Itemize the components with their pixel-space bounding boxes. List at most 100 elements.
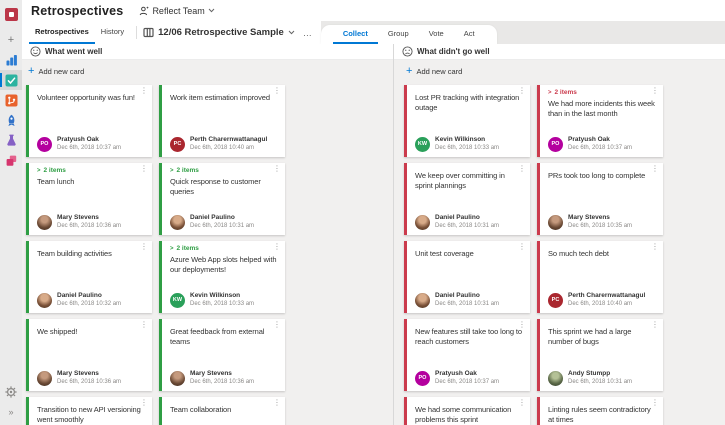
tab-group[interactable]: Group [378, 25, 419, 44]
feedback-card[interactable]: ⋮ New features still take too long to rea… [404, 319, 530, 391]
tab-act[interactable]: Act [454, 25, 485, 44]
card-menu-button[interactable]: ⋮ [140, 243, 148, 251]
feedback-card[interactable]: ⋮ >2 items Azure Web App slots helped with… [159, 241, 285, 313]
chevron-right-icon: > [170, 167, 174, 174]
card-menu-button[interactable]: ⋮ [273, 321, 281, 329]
feedback-card[interactable]: ⋮ >2 items We had more incidents this week… [537, 85, 663, 157]
card-menu-button[interactable]: ⋮ [651, 399, 659, 407]
feedback-card[interactable]: ⋮ We shipped! Mary Stevens Dec 6th, 2018 10… [26, 319, 152, 391]
card-column: ⋮ Work item estimation improved PC Perth Ch… [159, 85, 285, 425]
card-menu-button[interactable]: ⋮ [140, 165, 148, 173]
card-author: Andy Stumpp Dec 6th, 2018 10:31 am [548, 370, 632, 386]
card-menu-button[interactable]: ⋮ [273, 87, 281, 95]
card-author: PO Pratyush Oak Dec 6th, 2018 10:37 am [415, 370, 499, 386]
settings-button[interactable] [0, 382, 22, 402]
feedback-card[interactable]: ⋮ Linting rules seem contradictory at tim… [537, 397, 663, 425]
card-author: Mary Stevens Dec 6th, 2018 10:36 am [170, 370, 254, 386]
feedback-card[interactable]: ⋮ Team collaboration [159, 397, 285, 425]
add-new-card-button[interactable]: + Add new card [406, 64, 725, 79]
author-name: Perth Charernwattanagul [190, 136, 268, 144]
card-menu-button[interactable]: ⋮ [273, 243, 281, 251]
card-menu-button[interactable]: ⋮ [140, 399, 148, 407]
left-nav-rail: + » [0, 0, 22, 425]
feedback-card[interactable]: ⋮ Lost PR tracking with integration outag… [404, 85, 530, 157]
group-badge[interactable]: >2 items [37, 167, 146, 174]
board-icon [143, 27, 154, 38]
divider [136, 26, 138, 39]
avatar: PO [415, 370, 430, 386]
card-menu-button[interactable]: ⋮ [651, 165, 659, 173]
card-menu-button[interactable]: ⋮ [273, 165, 281, 173]
feedback-card[interactable]: ⋮ Great feedback from external teams Mary … [159, 319, 285, 391]
card-author: PO Pratyush Oak Dec 6th, 2018 10:37 am [548, 136, 632, 152]
card-text: We had more incidents this week than in … [548, 99, 655, 118]
card-text: Azure Web App slots helped with our depl… [170, 255, 277, 274]
board-selector[interactable]: 12/06 Retrospective Sample [143, 21, 295, 44]
feedback-card[interactable]: ⋮ >2 items Team lunch Mary Stevens Dec 6th, … [26, 163, 152, 235]
sidebar-item-pipelines[interactable] [0, 110, 22, 130]
add-project-button[interactable]: + [0, 30, 22, 50]
feedback-card[interactable]: ⋮ Unit test coverage Daniel Paulino Dec 6th… [404, 241, 530, 313]
double-chevron-right-icon: » [8, 406, 14, 417]
feedback-card[interactable]: ⋮ >2 items Quick response to customer quer… [159, 163, 285, 235]
card-menu-button[interactable]: ⋮ [273, 399, 281, 407]
feedback-card[interactable]: ⋮ Work item estimation improved PC Perth Ch… [159, 85, 285, 157]
card-menu-button[interactable]: ⋮ [651, 243, 659, 251]
feedback-card[interactable]: ⋮ Team building activities Daniel Paulino D… [26, 241, 152, 313]
column-title: What didn't go well [417, 47, 490, 56]
sidebar-item-test-plans[interactable] [0, 130, 22, 150]
card-menu-button[interactable]: ⋮ [651, 87, 659, 95]
feedback-card[interactable]: ⋮ We had some communication problems this… [404, 397, 530, 425]
card-menu-button[interactable]: ⋮ [518, 87, 526, 95]
card-text: New features still take too long to reac… [415, 327, 522, 346]
chevron-right-icon: > [548, 89, 552, 96]
group-badge[interactable]: >2 items [170, 167, 279, 174]
group-badge[interactable]: >2 items [548, 89, 657, 96]
plus-icon: + [7, 33, 15, 46]
card-menu-button[interactable]: ⋮ [518, 165, 526, 173]
card-text: So much tech debt [548, 249, 609, 258]
tab-vote[interactable]: Vote [419, 25, 454, 44]
avatar: KW [415, 136, 430, 152]
card-text: Work item estimation improved [170, 93, 270, 102]
sidebar-item-retrospectives[interactable] [0, 70, 22, 90]
author-meta: Daniel Paulino Dec 6th, 2018 10:31 am [435, 292, 499, 308]
pivot-retrospectives[interactable]: Retrospectives [29, 21, 95, 44]
group-badge-label: 2 items [554, 89, 577, 96]
author-name: Pratyush Oak [435, 370, 477, 378]
add-new-card-button[interactable]: + Add new card [28, 64, 393, 79]
smiley-face-icon [30, 46, 41, 57]
organization-logo[interactable] [0, 4, 22, 24]
card-menu-button[interactable]: ⋮ [140, 87, 148, 95]
author-date: Dec 6th, 2018 10:36 am [190, 378, 255, 385]
chevron-right-icon: > [170, 245, 174, 252]
author-name: Pratyush Oak [57, 136, 99, 144]
author-name: Mary Stevens [190, 370, 232, 378]
card-menu-button[interactable]: ⋮ [518, 321, 526, 329]
card-menu-button[interactable]: ⋮ [518, 399, 526, 407]
didnt-go-well-columns: ⋮ Lost PR tracking with integration outag… [404, 85, 725, 425]
team-picker[interactable]: Reflect Team [139, 5, 215, 16]
feedback-card[interactable]: ⋮ We keep over committing in sprint plann… [404, 163, 530, 235]
card-menu-button[interactable]: ⋮ [651, 321, 659, 329]
card-text: We had some communication problems this … [415, 405, 512, 424]
feedback-card[interactable]: ⋮ Transition to new API versioning went s… [26, 397, 152, 425]
feedback-card[interactable]: ⋮ PRs took too long to complete Mary Steve… [537, 163, 663, 235]
tab-collect[interactable]: Collect [332, 25, 378, 44]
card-text: Unit test coverage [415, 249, 474, 258]
card-author: PC Perth Charernwattanagul Dec 6th, 2018 1… [548, 292, 645, 308]
card-menu-button[interactable]: ⋮ [518, 243, 526, 251]
sidebar-item-boards[interactable] [0, 50, 22, 70]
pivot-history[interactable]: History [95, 21, 130, 44]
sidebar-item-artifacts[interactable] [0, 150, 22, 170]
group-badge[interactable]: >2 items [170, 245, 279, 252]
feedback-card[interactable]: ⋮ Volunteer opportunity was fun! PO Pratyus… [26, 85, 152, 157]
sidebar-item-repos[interactable] [0, 90, 22, 110]
collapse-rail-button[interactable]: » [0, 402, 22, 422]
card-menu-button[interactable]: ⋮ [140, 321, 148, 329]
more-options-button[interactable]: … [295, 21, 321, 44]
feedback-card[interactable]: ⋮ So much tech debt PC Perth Charernwattana… [537, 241, 663, 313]
author-meta: Pratyush Oak Dec 6th, 2018 10:37 am [57, 136, 121, 152]
team-picker-label: Reflect Team [152, 5, 205, 16]
feedback-card[interactable]: ⋮ This sprint we had a large number of bu… [537, 319, 663, 391]
